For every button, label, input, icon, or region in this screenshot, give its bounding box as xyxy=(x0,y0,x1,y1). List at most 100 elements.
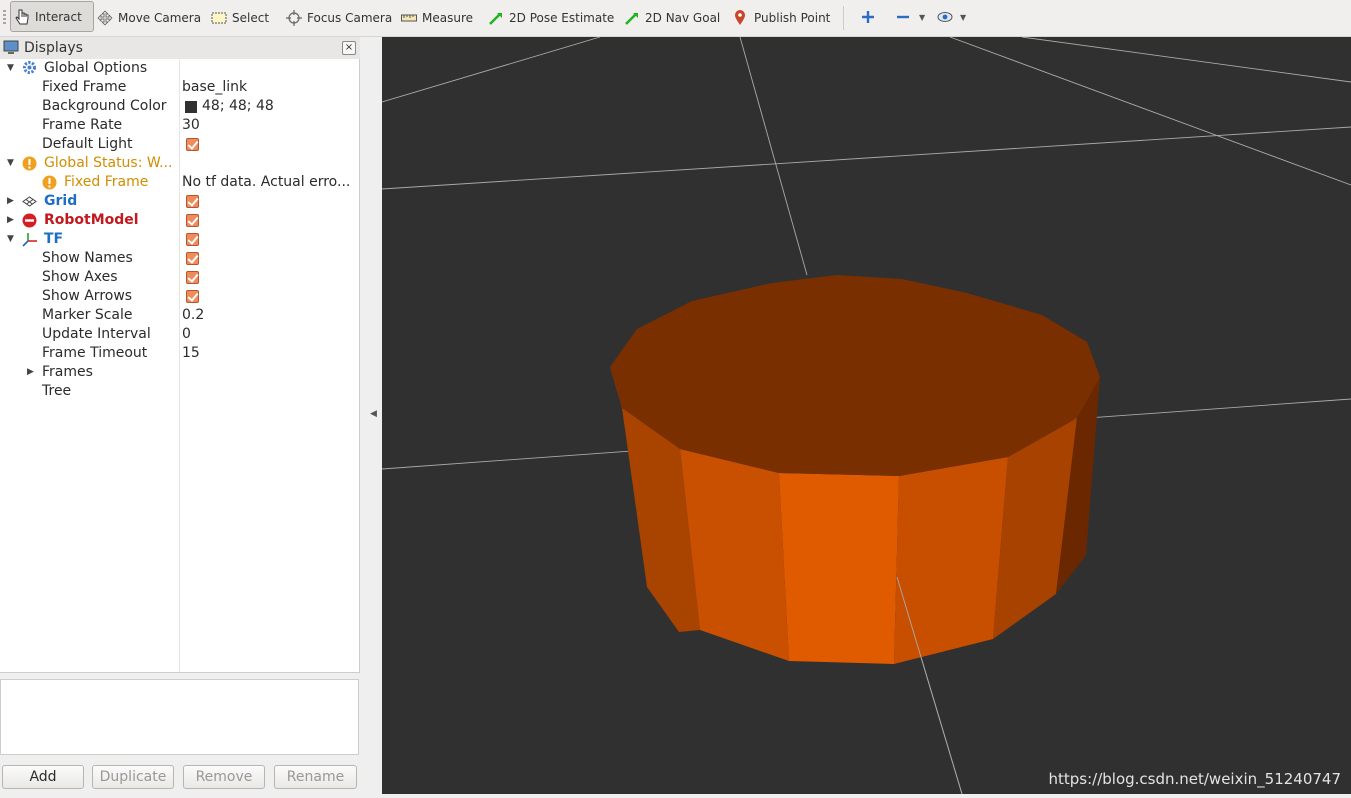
duplicate-button[interactable]: Duplicate xyxy=(92,765,174,789)
watermark-text: https://blog.csdn.net/weixin_51240747 xyxy=(1048,770,1341,788)
tf-checkbox[interactable] xyxy=(186,233,199,246)
green-arrow-icon xyxy=(624,10,640,26)
tree-label: Update Interval xyxy=(42,326,151,342)
displays-panel: Displays × ▼ Global Options Fixed Frame … xyxy=(0,37,361,798)
tree-label: Marker Scale xyxy=(42,307,133,323)
select-tool-button[interactable]: Select xyxy=(211,4,269,31)
add-button[interactable]: Add xyxy=(2,765,84,789)
tree-row-default-light[interactable]: Default Light xyxy=(0,135,359,154)
frame-timeout-value[interactable]: 15 xyxy=(182,344,200,363)
tree-label: Grid xyxy=(44,193,78,209)
expand-arrow-icon[interactable]: ▼ xyxy=(7,230,14,249)
cylinder-model xyxy=(610,275,1100,794)
tree-row-global-options[interactable]: ▼ Global Options xyxy=(0,59,359,78)
hand-pointer-icon xyxy=(14,9,30,25)
default-light-checkbox[interactable] xyxy=(186,138,199,151)
monitor-icon xyxy=(3,40,19,59)
displays-tree: ▼ Global Options Fixed Frame base_link B… xyxy=(0,59,360,673)
marker-scale-value[interactable]: 0.2 xyxy=(182,306,204,325)
chevron-down-icon: ▼ xyxy=(960,13,967,22)
frame-rate-value[interactable]: 30 xyxy=(182,116,200,135)
tree-row-status-fixed-frame[interactable]: Fixed Frame No tf data. Actual erro... xyxy=(0,173,359,192)
tree-row-frame-timeout[interactable]: Frame Timeout 15 xyxy=(0,344,359,363)
tree-row-global-status[interactable]: ▼ Global Status: W... xyxy=(0,154,359,173)
ruler-icon xyxy=(401,10,417,26)
tree-row-marker-scale[interactable]: Marker Scale 0.2 xyxy=(0,306,359,325)
publish-point-tool-button[interactable]: Publish Point xyxy=(733,4,830,31)
nav-goal-label: 2D Nav Goal xyxy=(645,10,721,25)
update-interval-value[interactable]: 0 xyxy=(182,325,191,344)
expand-arrow-icon[interactable]: ▼ xyxy=(7,59,14,78)
add-tool-button[interactable] xyxy=(861,4,877,31)
tree-row-robotmodel[interactable]: ▶ RobotModel xyxy=(0,211,359,230)
tree-row-tf[interactable]: ▼ TF xyxy=(0,230,359,249)
green-arrow-icon xyxy=(488,10,504,26)
tree-row-frame-rate[interactable]: Frame Rate 30 xyxy=(0,116,359,135)
pose-estimate-tool-button[interactable]: 2D Pose Estimate xyxy=(488,4,614,31)
collapse-arrow-icon[interactable]: ▶ xyxy=(27,363,34,382)
toolbar-separator xyxy=(843,6,844,30)
eye-icon xyxy=(937,10,953,26)
tree-label: Frames xyxy=(42,364,93,380)
fixed-frame-value[interactable]: base_link xyxy=(182,78,247,97)
tree-label: Default Light xyxy=(42,136,133,152)
displays-header: Displays × xyxy=(0,37,360,60)
tree-label: RobotModel xyxy=(44,212,139,228)
nav-goal-tool-button[interactable]: 2D Nav Goal xyxy=(624,4,720,31)
tree-row-show-axes[interactable]: Show Axes xyxy=(0,268,359,287)
focus-camera-label: Focus Camera xyxy=(307,10,393,25)
move-camera-icon xyxy=(97,10,113,26)
select-label: Select xyxy=(232,10,270,25)
collapse-left-icon[interactable]: ◀ xyxy=(370,409,377,419)
move-camera-tool-button[interactable]: Move Camera xyxy=(97,4,201,31)
show-names-checkbox[interactable] xyxy=(186,252,199,265)
scene-canvas xyxy=(382,37,1351,794)
tree-row-background-color[interactable]: Background Color 48; 48; 48 xyxy=(0,97,359,116)
color-swatch[interactable] xyxy=(185,101,197,113)
show-axes-checkbox[interactable] xyxy=(186,271,199,284)
tree-label: Global Options xyxy=(44,60,148,76)
tree-row-frames[interactable]: ▶ Frames xyxy=(0,363,359,382)
tree-row-tree[interactable]: Tree xyxy=(0,382,359,401)
chevron-down-icon: ▼ xyxy=(919,13,926,22)
render-viewport[interactable]: https://blog.csdn.net/weixin_51240747 xyxy=(382,37,1351,794)
tree-label: Tree xyxy=(42,383,72,399)
tree-label: Show Names xyxy=(42,250,133,266)
tree-label: Frame Rate xyxy=(42,117,123,133)
focus-camera-tool-button[interactable]: Focus Camera xyxy=(286,4,392,31)
robotmodel-checkbox[interactable] xyxy=(186,214,199,227)
tree-label: Show Axes xyxy=(42,269,118,285)
remove-tool-dropdown[interactable]: ▼ xyxy=(896,4,925,31)
panel-splitter[interactable]: ◀ xyxy=(361,37,382,798)
view-panels-dropdown[interactable]: ▼ xyxy=(937,4,966,31)
show-arrows-checkbox[interactable] xyxy=(186,290,199,303)
tree-label: Fixed Frame xyxy=(42,79,127,95)
remove-button[interactable]: Remove xyxy=(183,765,265,789)
collapse-arrow-icon[interactable]: ▶ xyxy=(7,192,14,211)
toolbar-grip[interactable] xyxy=(3,10,6,26)
toolbar: Interact Move Camera Select Focus Camera… xyxy=(0,0,1351,37)
tree-label: Fixed Frame xyxy=(64,174,149,190)
tree-row-grid[interactable]: ▶ Grid xyxy=(0,192,359,211)
close-panel-button[interactable]: × xyxy=(342,41,356,55)
tree-label: Global Status: W... xyxy=(44,155,173,171)
tree-label: Frame Timeout xyxy=(42,345,148,361)
measure-label: Measure xyxy=(422,10,473,25)
grid-checkbox[interactable] xyxy=(186,195,199,208)
tree-row-fixed-frame[interactable]: Fixed Frame base_link xyxy=(0,78,359,97)
rename-button[interactable]: Rename xyxy=(274,765,357,789)
pose-estimate-label: 2D Pose Estimate xyxy=(509,10,615,25)
tree-row-show-arrows[interactable]: Show Arrows xyxy=(0,287,359,306)
tree-label: Background Color xyxy=(42,98,167,114)
interact-label: Interact xyxy=(35,9,82,24)
interact-tool-button[interactable]: Interact xyxy=(10,1,94,32)
tree-row-update-interval[interactable]: Update Interval 0 xyxy=(0,325,359,344)
tree-row-show-names[interactable]: Show Names xyxy=(0,249,359,268)
collapse-arrow-icon[interactable]: ▶ xyxy=(7,211,14,230)
description-box xyxy=(0,679,359,755)
expand-arrow-icon[interactable]: ▼ xyxy=(7,154,14,173)
focus-crosshair-icon xyxy=(286,9,302,26)
measure-tool-button[interactable]: Measure xyxy=(401,4,473,31)
background-color-value[interactable]: 48; 48; 48 xyxy=(202,97,274,116)
minus-icon xyxy=(896,10,912,26)
